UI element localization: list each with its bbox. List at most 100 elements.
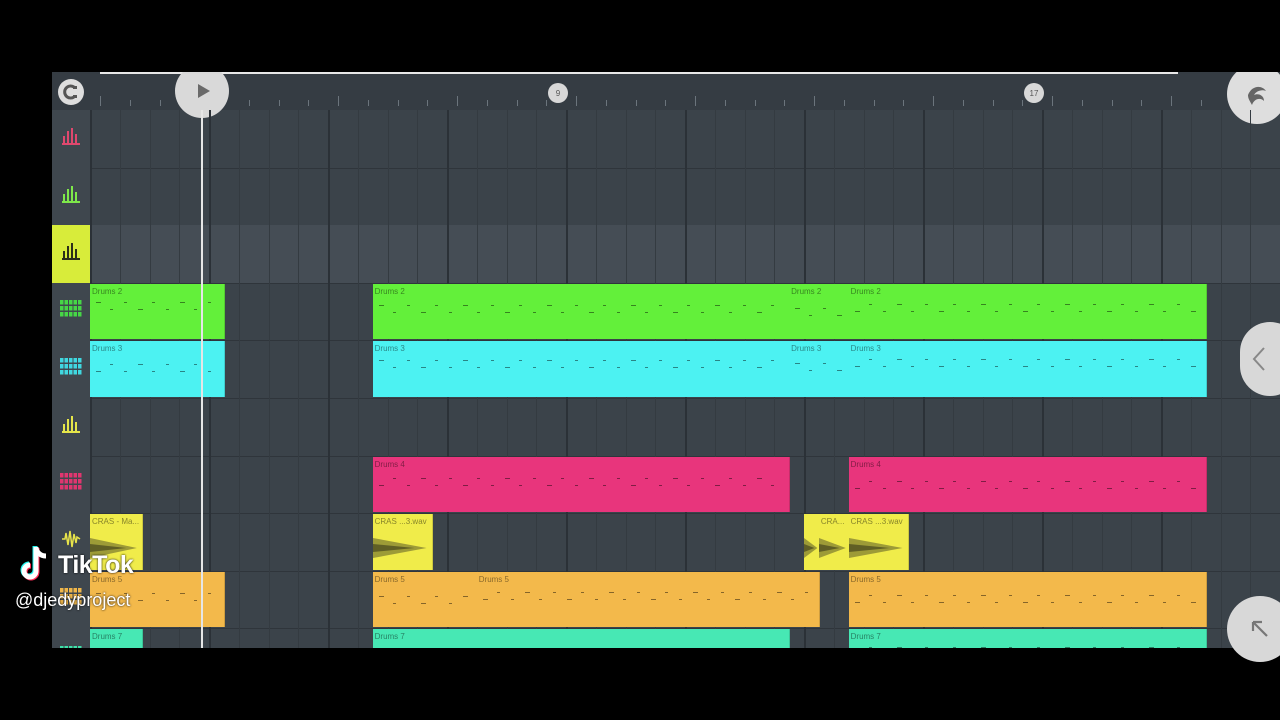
pattern-clip[interactable]: Drums 5 xyxy=(476,571,820,628)
note xyxy=(714,304,720,306)
note xyxy=(476,367,480,369)
note xyxy=(910,487,914,489)
note xyxy=(854,487,860,489)
note xyxy=(823,307,827,309)
pattern-clip[interactable]: Drums 4 xyxy=(372,456,791,513)
note xyxy=(882,310,886,312)
note xyxy=(504,311,510,313)
note xyxy=(714,360,720,362)
note xyxy=(910,366,914,368)
note xyxy=(966,310,970,312)
clip-notes xyxy=(373,590,477,624)
audio-clip[interactable] xyxy=(804,514,820,570)
note xyxy=(166,599,169,601)
playlist-grid[interactable]: Drums 2 Drums 2 Drums 2 Drums 2 Drums 3 Drums… xyxy=(90,110,1280,648)
playhead[interactable] xyxy=(201,110,203,648)
bars-icon xyxy=(62,242,80,265)
note xyxy=(490,484,494,486)
note xyxy=(630,484,636,486)
pattern-clip[interactable]: Drums 3 xyxy=(848,341,1207,397)
note xyxy=(1078,601,1082,603)
track-header-3[interactable] xyxy=(52,283,90,341)
note xyxy=(406,304,410,306)
note xyxy=(504,367,510,369)
note xyxy=(392,477,396,479)
note xyxy=(1190,601,1196,603)
note xyxy=(868,480,872,482)
note xyxy=(1064,303,1070,305)
song-position-bar[interactable] xyxy=(100,72,1178,74)
note xyxy=(952,303,956,305)
track-header-5[interactable] xyxy=(52,398,90,456)
note xyxy=(574,304,578,306)
bar-marker-9[interactable]: 9 xyxy=(548,83,568,103)
track-header-4[interactable] xyxy=(52,340,90,398)
watermark-handle: @djedyproject xyxy=(15,590,131,610)
pattern-clip[interactable]: Drums 7 xyxy=(848,629,1207,648)
pattern-clip[interactable]: Drums 7 xyxy=(372,629,791,648)
note xyxy=(868,594,872,596)
audio-clip[interactable]: CRAS ...3.wav xyxy=(372,514,434,570)
note xyxy=(1106,487,1112,489)
ruler-tick xyxy=(159,100,161,106)
note xyxy=(1078,487,1082,489)
note xyxy=(924,480,928,482)
note xyxy=(1134,601,1138,603)
note xyxy=(434,304,438,306)
bar-marker-17[interactable]: 17 xyxy=(1024,83,1044,103)
tiktok-logo-icon xyxy=(16,545,52,588)
note xyxy=(1064,480,1070,482)
ruler-tick xyxy=(695,96,696,106)
bars-icon xyxy=(62,127,80,150)
ruler-tick xyxy=(903,100,905,106)
track-header-6[interactable] xyxy=(52,456,90,514)
note xyxy=(1106,310,1112,312)
ruler-tick xyxy=(665,100,667,106)
note xyxy=(1106,601,1112,603)
pattern-clip[interactable]: Drums 3 xyxy=(372,341,791,397)
pattern-clip[interactable]: Drums 5 xyxy=(848,571,1207,628)
note xyxy=(476,311,480,313)
pattern-clip[interactable]: Drums 5 xyxy=(372,571,478,628)
note xyxy=(1176,594,1180,596)
note xyxy=(795,307,801,309)
note xyxy=(378,595,384,597)
note xyxy=(1022,487,1028,489)
note xyxy=(420,311,426,313)
clip-notes xyxy=(373,475,790,509)
clip-label: Drums 5 xyxy=(850,574,881,584)
pattern-clip[interactable]: Drums 7 xyxy=(90,629,144,648)
note xyxy=(854,310,860,312)
audio-clip[interactable]: CRA... xyxy=(818,514,850,570)
magnet-snap-icon[interactable] xyxy=(58,79,84,105)
pattern-clip[interactable]: Drums 2 xyxy=(372,283,791,340)
note xyxy=(882,601,886,603)
note xyxy=(756,477,762,479)
collapse-panel-button[interactable] xyxy=(1240,322,1280,396)
pattern-clip[interactable]: Drums 3 xyxy=(90,341,225,397)
note xyxy=(622,598,626,600)
note xyxy=(980,303,986,305)
grid-icon xyxy=(60,300,82,323)
audio-clip[interactable]: CRAS ...3.wav xyxy=(848,514,910,570)
ruler-tick xyxy=(784,100,786,106)
expand-button[interactable] xyxy=(1227,596,1280,662)
ruler-tick xyxy=(427,100,429,106)
track-header-9[interactable] xyxy=(52,628,90,648)
note xyxy=(476,477,480,479)
pattern-clip[interactable]: Drums 4 xyxy=(848,456,1207,513)
track-header-2[interactable] xyxy=(52,225,90,283)
pattern-clip[interactable]: Drums 2 xyxy=(789,283,850,340)
pattern-clip[interactable]: Drums 2 xyxy=(90,283,225,340)
track-header-1[interactable] xyxy=(52,168,90,226)
note xyxy=(490,360,494,362)
note xyxy=(868,303,872,305)
clip-notes xyxy=(849,359,1206,393)
note xyxy=(594,598,598,600)
track-header-0[interactable] xyxy=(52,110,90,168)
pattern-clip[interactable]: Drums 2 xyxy=(848,283,1207,340)
note xyxy=(650,598,656,600)
timeline-ruler[interactable] xyxy=(100,72,1280,110)
note xyxy=(854,366,860,368)
pattern-clip[interactable]: Drums 3 xyxy=(789,341,850,397)
